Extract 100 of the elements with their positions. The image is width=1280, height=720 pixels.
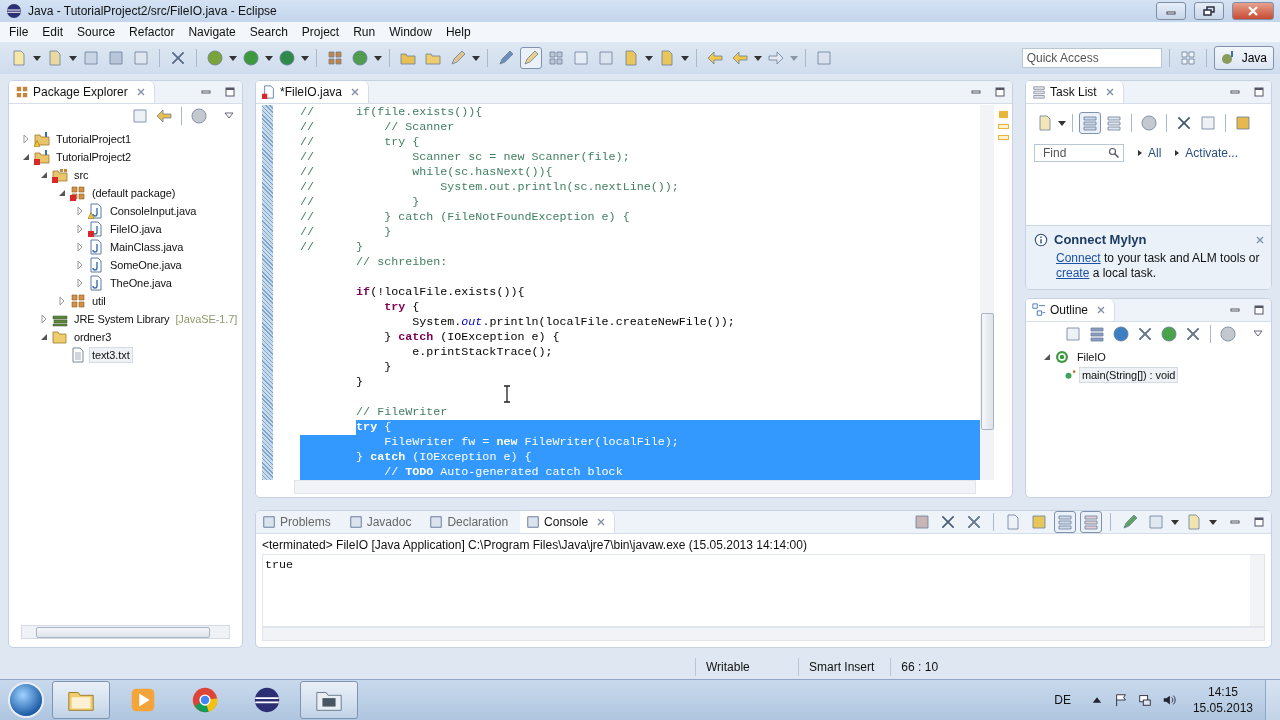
show-error-icon[interactable] (1080, 511, 1102, 533)
horizontal-scrollbar[interactable] (294, 480, 976, 494)
view-tab[interactable]: Outline (1026, 299, 1116, 321)
code-line: // } catch (FileNotFoundException e) { (300, 210, 631, 225)
view-tab[interactable]: Package Explorer (9, 81, 155, 103)
warning-marker[interactable] (998, 111, 1008, 118)
categorized-icon[interactable] (1079, 112, 1101, 134)
tree-item[interactable]: MainClass.java (107, 239, 187, 255)
tree-item[interactable]: ConsoleInput.java (107, 203, 200, 219)
highlight-icon[interactable] (520, 47, 542, 69)
vertical-scrollbar[interactable] (1250, 555, 1264, 626)
flag-icon[interactable] (1113, 693, 1128, 707)
horizontal-scrollbar[interactable] (21, 625, 230, 639)
menu-item[interactable]: Run (346, 25, 383, 39)
focus-icon[interactable] (1217, 323, 1239, 345)
tree-item[interactable]: TutorialProject1 (53, 131, 135, 147)
tree-item[interactable]: util (89, 293, 109, 309)
menu-item[interactable]: Project (294, 25, 347, 39)
menu-item[interactable]: Edit (35, 25, 71, 39)
tree-toggle-icon[interactable] (21, 152, 31, 162)
taskbar-app-button[interactable] (300, 681, 358, 719)
menu-item[interactable]: Window (382, 25, 439, 39)
tree-toggle-icon[interactable] (39, 170, 49, 180)
status-item: Smart Insert (798, 658, 891, 676)
tree-toggle-icon[interactable] (1042, 352, 1052, 362)
tree-toggle-icon[interactable] (75, 206, 85, 216)
maximize-icon[interactable] (994, 86, 1006, 98)
tree-item[interactable]: SomeOne.java (107, 257, 185, 273)
tree-item[interactable]: TheOne.java (107, 275, 175, 291)
tree-toggle-icon[interactable] (21, 134, 31, 144)
task-marker[interactable] (997, 124, 1009, 129)
vertical-scrollbar[interactable] (980, 105, 994, 480)
focus-icon[interactable] (188, 105, 210, 127)
tree-item[interactable]: TutorialProject2 (53, 149, 135, 165)
menu-item[interactable]: File (2, 25, 36, 39)
close-icon[interactable] (1096, 305, 1107, 315)
view-tab[interactable]: Declaration (423, 511, 517, 533)
tree-toggle-icon[interactable] (75, 278, 85, 288)
view-tab[interactable]: Console (520, 511, 616, 533)
tree-item[interactable]: src (71, 167, 92, 183)
link[interactable]: Connect (1056, 251, 1101, 265)
view-tab[interactable]: Javadoc (342, 511, 420, 533)
tree-item[interactable]: JRE System Library (71, 311, 173, 327)
network-icon[interactable] (1137, 693, 1152, 707)
tree-toggle-icon[interactable] (75, 260, 85, 270)
tree-toggle-icon[interactable] (75, 242, 85, 252)
show-output-icon[interactable] (1054, 511, 1076, 533)
language-indicator[interactable]: DE (1054, 693, 1071, 707)
show-desktop-button[interactable] (1265, 680, 1280, 720)
tree-item[interactable]: (default package) (89, 185, 179, 201)
perspective-button[interactable]: Java (1213, 46, 1274, 70)
menu-item[interactable]: Refactor (122, 25, 182, 39)
horizontal-scrollbar[interactable] (262, 627, 1265, 641)
menu-item[interactable]: Navigate (181, 25, 243, 39)
menu-item[interactable]: Search (242, 25, 295, 39)
tree-item[interactable]: ordner3 (71, 329, 115, 345)
speaker-icon[interactable] (1161, 693, 1176, 707)
tree-toggle-icon[interactable] (75, 224, 85, 234)
menu-item[interactable]: Source (70, 25, 123, 39)
close-icon[interactable] (596, 517, 607, 527)
close-icon[interactable] (350, 87, 361, 97)
menu-item[interactable]: Help (438, 25, 478, 39)
clock-date[interactable]: 15.05.2013 (1192, 700, 1253, 716)
view-tab[interactable]: Problems (256, 511, 339, 533)
tree-toggle-icon[interactable] (39, 314, 49, 324)
filter-link[interactable]: Activate... (1185, 146, 1239, 160)
hide-fields-icon[interactable] (1110, 323, 1132, 345)
clock-time[interactable]: 14:15 (1207, 684, 1238, 700)
quick-access-field[interactable]: Quick Access (1021, 48, 1162, 68)
outline-item[interactable]: FileIO (1074, 349, 1109, 365)
maximize-icon[interactable] (1253, 86, 1265, 98)
focus-icon[interactable] (1138, 112, 1160, 134)
tree-toggle-icon[interactable] (39, 332, 49, 342)
tree-item[interactable]: text3.txt (89, 347, 133, 363)
tree-toggle-icon[interactable] (57, 188, 67, 198)
view-tab[interactable]: Task List (1026, 81, 1124, 103)
close-icon[interactable] (1255, 234, 1265, 245)
editor-tab[interactable]: *FileIO.java (256, 81, 370, 103)
close-icon[interactable] (135, 87, 146, 97)
minimize-button[interactable] (1156, 2, 1186, 20)
close-button[interactable] (1232, 2, 1274, 20)
task-marker[interactable] (997, 135, 1009, 140)
link[interactable]: create (1056, 266, 1090, 280)
tree-toggle-icon[interactable] (57, 296, 67, 306)
filter-link[interactable]: All (1148, 146, 1162, 160)
maximize-icon[interactable] (1253, 516, 1265, 528)
tree-item[interactable]: FileIO.java (107, 221, 165, 237)
find-field[interactable]: Find (1034, 144, 1124, 162)
view-menu-icon[interactable] (1253, 330, 1263, 338)
expand-arrow-icon (1174, 149, 1181, 157)
restore-button[interactable] (1194, 2, 1224, 20)
view-menu-icon[interactable] (224, 112, 234, 120)
outline-item[interactable]: main(String[]) : void (1079, 367, 1179, 383)
hide-nonpublic-icon[interactable] (1158, 323, 1180, 345)
maximize-icon[interactable] (1253, 304, 1265, 316)
code-line: e.printStackTrace(); (411, 345, 554, 360)
maximize-icon[interactable] (224, 86, 236, 98)
close-icon[interactable] (1104, 87, 1115, 97)
text-cursor-icon (503, 385, 511, 403)
restore-icon (1203, 6, 1215, 16)
